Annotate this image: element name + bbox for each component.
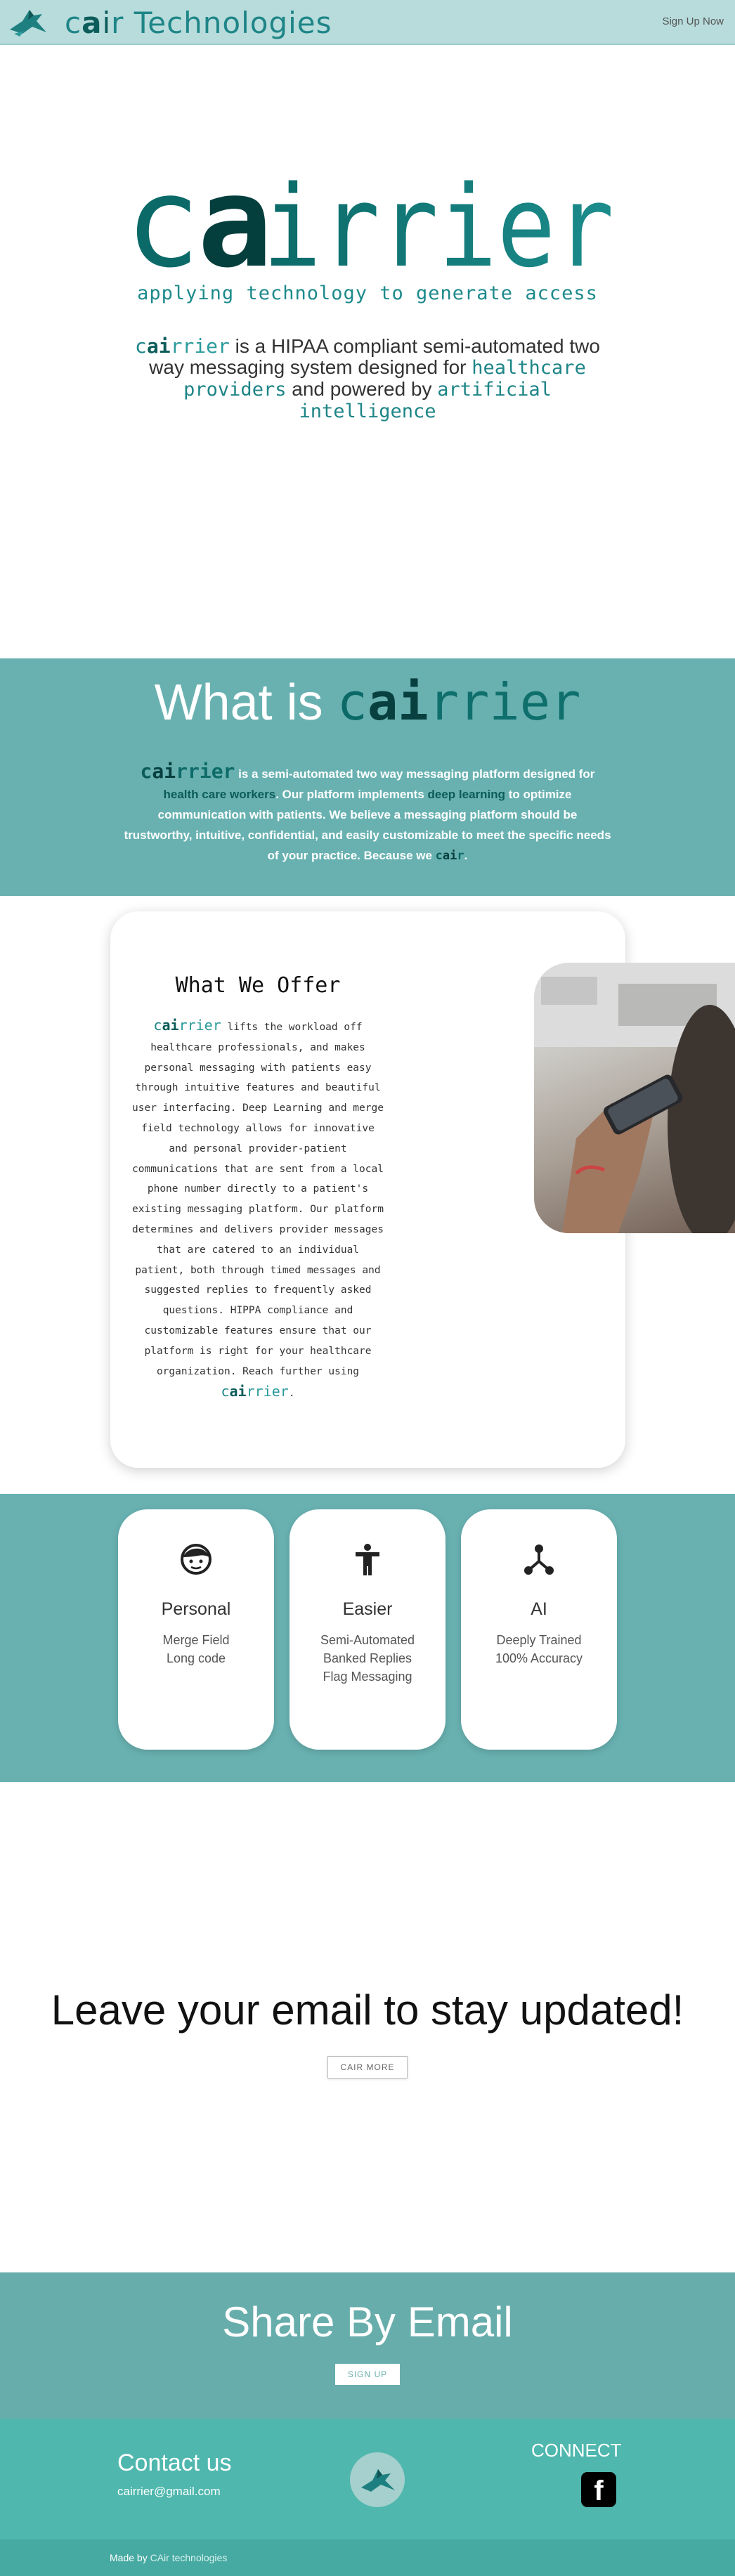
brand-a: a [82,6,103,40]
cair-inline-logo: cairrier [135,334,230,358]
cair-more-button[interactable]: CAIR MORE [327,2056,408,2079]
cair-inline-logo-end: cairrier [221,1383,289,1400]
facebook-icon[interactable]: f [581,2472,616,2507]
feature-title: Easier [342,1599,393,1619]
share-title: Share By Email [222,2298,513,2346]
face-icon [181,1544,212,1575]
brand-i: i [102,6,112,40]
offer-body: cairrier lifts the workload off healthca… [132,1017,384,1400]
site-footer: Contact us cairrier@gmail.com CONNECT f … [0,2419,735,2576]
wordmark-a: a [197,150,273,280]
feature-card-easier: Easier Semi-Automated Banked Replies Fla… [290,1509,445,1750]
hero-wordmark: c a irrier [125,146,617,295]
site-header: cair Technologies Sign Up Now [0,0,735,45]
highlight-health-care-workers: health care workers [163,788,276,801]
sign-up-link[interactable]: Sign Up Now [662,15,724,27]
contact-title: Contact us [117,2450,232,2476]
hero-wordmark-svg: c a irrier [125,150,614,295]
network-icon [524,1544,554,1575]
made-by-link[interactable]: CAir technologies [150,2552,228,2563]
cair-inline-logo: cairrier [153,1017,221,1034]
wordmark-c: c [125,150,200,280]
phone-in-hand-photo [534,963,735,1233]
feature-line: Long code [166,1651,226,1665]
feature-line: Deeply Trained [496,1633,582,1647]
feature-line: Semi-Automated [320,1633,415,1647]
what-is-section: What is cairrier cairrier is a semi-auto… [0,658,735,896]
sign-up-button[interactable]: SIGN UP [335,2364,400,2385]
stay-updated-heading: Leave your email to stay updated! [51,1986,684,2034]
connect-heading: CONNECT [531,2440,622,2461]
brand-name[interactable]: cair Technologies [65,6,332,40]
brand-rest: r Technologies [111,6,332,40]
what-is-prefix: What is [154,675,337,731]
what-is-cair: cairrier [337,672,581,731]
features-section: Personal Merge Field Long code Easier Se… [0,1494,735,1782]
feature-line: Flag Messaging [323,1670,412,1684]
share-by-email-section: Share By Email SIGN UP [0,2272,735,2419]
brand-c: c [65,6,82,40]
bird-logo-icon[interactable] [8,6,48,38]
contact-email[interactable]: cairrier@gmail.com [117,2485,221,2499]
what-is-title: What is cairrier [0,672,735,731]
highlight-deep-learning: deep learning [427,788,506,801]
cair-inline-logo: cairrier [140,760,235,783]
made-by-text: Made by CAir technologies [110,2552,228,2563]
person-icon [356,1544,379,1575]
cair-inline-logo-end: cair [435,849,464,863]
what-is-description: cairrier is a semi-automated two way mes… [124,760,611,863]
bird-logo-icon [361,2469,395,2492]
wordmark-rest: irrier [263,161,614,280]
footer-logo[interactable] [350,2452,405,2507]
feature-card-personal: Personal Merge Field Long code [118,1509,274,1750]
hero-description: cairrier is a HIPAA compliant semi-autom… [119,336,616,422]
tagline: applying technology to generate access [137,282,598,304]
feature-title: Personal [161,1599,231,1619]
made-by-bar: Made by CAir technologies [0,2539,735,2576]
feature-line: 100% Accuracy [495,1651,583,1665]
feature-card-ai: AI Deeply Trained 100% Accuracy [461,1509,617,1750]
feature-title: AI [531,1599,547,1619]
feature-line: Merge Field [162,1633,230,1647]
offer-title: What We Offer [175,973,341,998]
feature-line: Banked Replies [323,1651,412,1665]
hero-desc-text-2: and powered by [286,378,438,400]
